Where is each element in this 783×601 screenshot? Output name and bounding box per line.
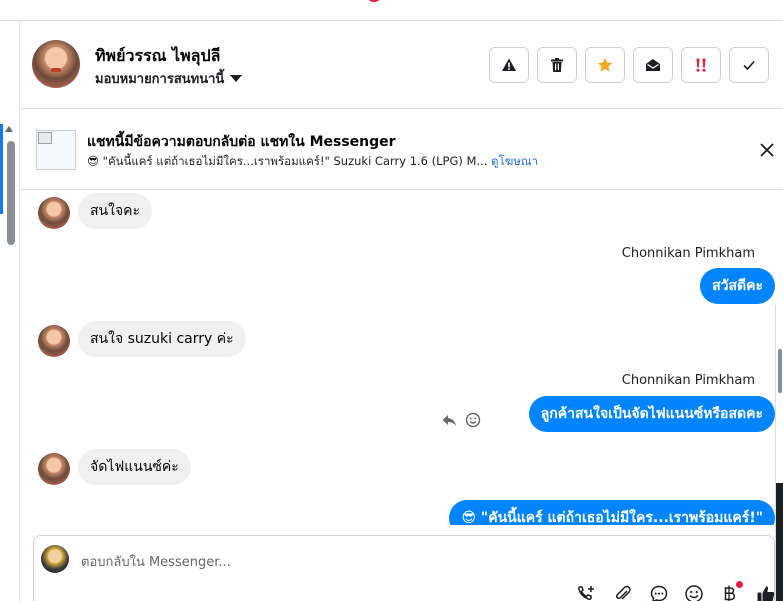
attachment-icon (615, 585, 631, 600)
avatar[interactable] (32, 40, 80, 88)
reply-input[interactable]: ตอบกลับใน Messenger... (81, 551, 231, 572)
caret-down-icon (230, 75, 243, 82)
scrollbar-thumb[interactable] (778, 349, 782, 393)
attachment-button[interactable] (613, 584, 633, 601)
assign-label: มอบหมายการสนทนานี้ (95, 72, 225, 87)
double-exclamation-icon (696, 58, 706, 72)
emoji-button[interactable] (684, 584, 704, 601)
star-icon (597, 57, 613, 72)
close-icon[interactable] (757, 140, 777, 160)
message-bubble-outgoing[interactable]: สวัสดีคะ (700, 268, 775, 304)
assign-conversation-dropdown[interactable]: มอบหมายการสนทนานี้ (95, 68, 243, 89)
mark-unread-button[interactable] (633, 47, 673, 83)
emoji-icon (685, 585, 703, 601)
reply-icon[interactable] (441, 412, 457, 428)
delete-button[interactable] (537, 47, 577, 83)
message-bubble-outgoing[interactable]: 😎 "คันนี้แคร์ แต่ถ้าเธอไม่มีใคร...เราพร้… (449, 500, 775, 525)
star-button[interactable] (585, 47, 625, 83)
view-ad-link[interactable]: ดูโฆษณา (491, 154, 538, 168)
ad-description: 😎 "คันนี้แคร์ แต่ถ้าเธอไม่มีใคร...เราพร้… (87, 153, 538, 171)
scrollbar-thumb[interactable] (7, 141, 15, 245)
sender-name: Chonnikan Pimkham (621, 246, 755, 261)
trash-icon (551, 58, 563, 72)
scroll-up-arrow-icon[interactable] (5, 126, 13, 132)
saved-reply-icon (650, 585, 668, 601)
message-thread[interactable]: สนใจคะ Chonnikan Pimkham สวัสดีคะ สนใจ s… (20, 191, 775, 525)
avatar[interactable] (38, 453, 70, 485)
thumbs-up-icon (757, 586, 775, 601)
scroll-focus-indicator (0, 124, 3, 214)
messenger-ad-banner: แชทนี้มีข้อความตอบกลับต่อ แชทใน Messenge… (20, 110, 783, 190)
reply-composer: ตอบกลับใน Messenger... (33, 535, 775, 601)
payment-notification-dot (736, 581, 743, 588)
message-bubble-incoming[interactable]: สนใจคะ (78, 193, 153, 229)
top-bar (0, 0, 783, 21)
thumbs-up-button[interactable] (756, 584, 776, 601)
ad-text: "คันนี้แคร์ แต่ถ้าเธอไม่มีใคร...เราพร้อม… (102, 154, 488, 168)
message-bubble-incoming[interactable]: สนใจ suzuki carry ค่ะ (78, 321, 246, 357)
banner-title: แชทนี้มีข้อความตอบกลับต่อ แชทใน Messenge… (87, 134, 396, 150)
warning-icon (502, 58, 516, 71)
notification-indicator (366, 0, 382, 2)
sender-name: Chonnikan Pimkham (621, 373, 755, 388)
right-scrollbar[interactable] (775, 305, 783, 601)
ad-thumbnail[interactable] (36, 130, 76, 170)
warning-button[interactable] (489, 47, 529, 83)
mark-done-button[interactable] (729, 47, 769, 83)
messenger-chat-window: ทิพย์วรรณ ไพลุปลี มอบหมายการสนทนานี้ แชท… (0, 0, 783, 601)
envelope-open-icon (646, 59, 660, 71)
check-icon (743, 60, 755, 71)
message-bubble-outgoing[interactable]: ลูกค้าสนใจเป็นจัดไฟแนนซ์หรือสดคะ (528, 396, 775, 432)
conversation-header: ทิพย์วรรณ ไพลุปลี มอบหมายการสนทนานี้ (20, 21, 783, 109)
avatar (41, 545, 69, 573)
sunglasses-emoji: 😎 (87, 154, 99, 168)
avatar[interactable] (38, 197, 70, 229)
contact-name[interactable]: ทิพย์วรรณ ไพลุปลี (95, 44, 220, 69)
message-bubble-incoming[interactable]: จัดไฟแนนซ์ค่ะ (78, 449, 191, 485)
left-scrollbar[interactable] (0, 121, 18, 601)
avatar[interactable] (38, 325, 70, 357)
side-panel-edge (776, 483, 783, 601)
important-button[interactable] (681, 47, 721, 83)
react-emoji-icon[interactable] (465, 412, 481, 428)
add-contact-icon (578, 586, 594, 600)
saved-reply-button[interactable] (649, 584, 669, 601)
add-contact-button[interactable] (576, 584, 596, 601)
